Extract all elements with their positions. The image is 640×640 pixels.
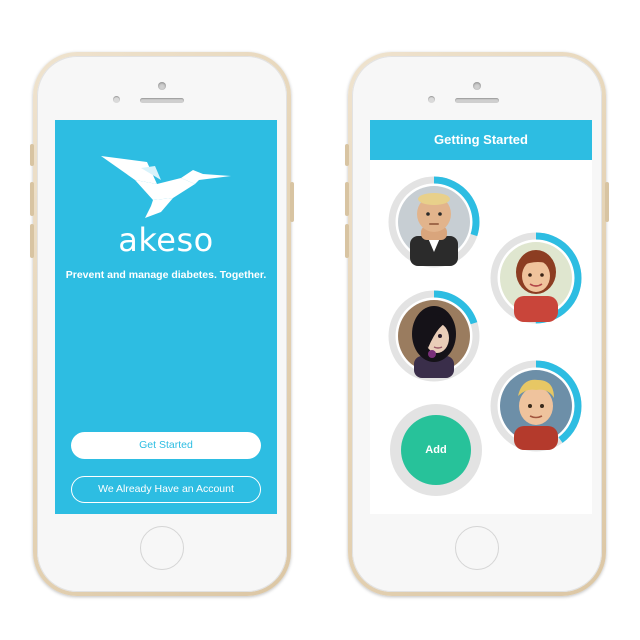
hummingbird-icon	[95, 140, 235, 220]
family-member-avatar[interactable]	[490, 360, 582, 452]
phone-face: Getting Started Add	[352, 56, 602, 592]
mute-switch	[345, 144, 349, 166]
welcome-screen: akeso Prevent and manage diabetes. Toget…	[55, 120, 277, 514]
mute-switch	[30, 144, 34, 166]
get-started-button[interactable]: Get Started	[71, 432, 261, 459]
power-button	[290, 182, 294, 222]
family-member-avatar[interactable]	[388, 176, 480, 268]
phone-face: akeso Prevent and manage diabetes. Toget…	[37, 56, 287, 592]
phone-frame-left: akeso Prevent and manage diabetes. Toget…	[30, 52, 294, 596]
screen-title: Getting Started	[370, 120, 592, 160]
volume-down-button	[345, 224, 349, 258]
add-button-label[interactable]: Add	[401, 415, 471, 485]
tagline: Prevent and manage diabetes. Together.	[65, 269, 267, 281]
daughter-avatar	[412, 306, 456, 378]
earpiece-speaker	[455, 98, 499, 103]
family-member-avatar[interactable]	[388, 290, 480, 382]
phone-frame-right: Getting Started Add	[345, 52, 609, 596]
volume-up-button	[30, 182, 34, 216]
brand-name: akeso	[118, 221, 214, 259]
existing-account-button[interactable]: We Already Have an Account	[71, 476, 261, 503]
volume-up-button	[345, 182, 349, 216]
proximity-sensor	[428, 96, 435, 103]
add-member-button[interactable]: Add	[390, 404, 482, 496]
family-member-avatar[interactable]	[490, 232, 582, 324]
home-button[interactable]	[455, 526, 499, 570]
mom-avatar	[514, 250, 558, 322]
power-button	[605, 182, 609, 222]
home-button[interactable]	[140, 526, 184, 570]
volume-down-button	[30, 224, 34, 258]
front-camera	[473, 82, 481, 90]
getting-started-screen: Getting Started Add	[370, 120, 592, 514]
proximity-sensor	[113, 96, 120, 103]
front-camera	[158, 82, 166, 90]
earpiece-speaker	[140, 98, 184, 103]
